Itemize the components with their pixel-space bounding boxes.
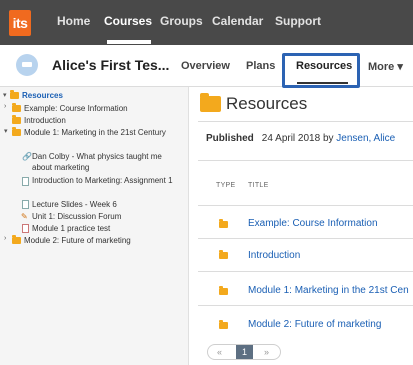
sidebar-item-module-1[interactable]: Module 1: Marketing in the 21st Century (24, 127, 179, 138)
nav-calendar[interactable]: Calendar (212, 14, 263, 28)
assignment-icon (22, 177, 29, 186)
nav-home[interactable]: Home (57, 14, 90, 28)
pager-next-button[interactable]: » (264, 347, 269, 357)
sidebar-root-resources[interactable]: Resources (22, 90, 63, 101)
table-row-title[interactable]: Example: Course Information (248, 218, 378, 229)
table-row-title[interactable]: Module 2: Future of marketing (248, 319, 381, 330)
folder-icon (219, 320, 228, 329)
sidebar-item-course-information[interactable]: Example: Course Information (24, 103, 128, 114)
folder-icon (219, 250, 228, 259)
tab-plans[interactable]: Plans (246, 60, 275, 72)
divider (198, 271, 413, 272)
divider (198, 160, 413, 161)
pagination: « 1 » (207, 344, 281, 360)
top-navigation-bar: its Home Courses Groups Calendar Support (0, 0, 413, 45)
divider (198, 238, 413, 239)
sidebar-item-lecture-slides[interactable]: Lecture Slides - Week 6 (32, 199, 117, 210)
folder-icon (10, 90, 19, 99)
sidebar-item-practice-test[interactable]: Module 1 practice test (32, 223, 110, 234)
quiz-icon (22, 224, 29, 233)
published-date: 24 April 2018 by (261, 133, 334, 144)
course-title[interactable]: Alice's First Tes... (52, 57, 169, 73)
resources-tab-highlight (282, 53, 360, 88)
author-link[interactable]: Jensen, Alice (336, 133, 395, 144)
nav-active-indicator (107, 40, 151, 44)
tab-overview[interactable]: Overview (181, 60, 230, 72)
folder-icon (12, 235, 21, 244)
chevron-right-icon[interactable]: › (4, 235, 6, 242)
divider (198, 205, 413, 206)
sidebar-item-introduction[interactable]: Introduction (24, 115, 66, 126)
divider (198, 121, 413, 122)
chevron-right-icon[interactable]: › (4, 103, 6, 110)
folder-icon (12, 103, 21, 112)
tab-more[interactable]: More ▾ (368, 60, 403, 73)
folder-icon (219, 219, 228, 228)
column-header-title[interactable]: TITLE (248, 182, 269, 189)
sidebar-item-discussion-forum[interactable]: Unit 1: Discussion Forum (32, 211, 121, 222)
sidebar-item-dan-colby[interactable]: Dan Colby - What physics taught me about… (32, 151, 182, 173)
resources-sidebar: ▾ Resources › Example: Course Informatio… (0, 87, 189, 365)
folder-icon (200, 93, 221, 112)
link-icon: 🔗 (22, 152, 32, 161)
document-icon (22, 200, 29, 209)
pager-current-page[interactable]: 1 (236, 345, 253, 359)
sidebar-item-module-2[interactable]: Module 2: Future of marketing (24, 235, 131, 246)
folder-icon (12, 115, 21, 124)
its-logo[interactable]: its (9, 10, 31, 36)
published-info: Published 24 April 2018 by Jensen, Alice (206, 133, 395, 144)
page-title: Resources (226, 94, 308, 113)
sidebar-item-assignment-1[interactable]: Introduction to Marketing: Assignment 1 (32, 175, 182, 186)
folder-icon (219, 286, 228, 295)
folder-icon (12, 127, 21, 136)
nav-courses[interactable]: Courses (104, 14, 152, 28)
chevron-down-icon[interactable]: ▾ (3, 91, 7, 99)
forum-icon: ✎ (21, 212, 28, 221)
course-avatar (16, 54, 38, 76)
divider (198, 305, 413, 306)
column-header-type[interactable]: TYPE (216, 182, 235, 189)
nav-support[interactable]: Support (275, 14, 321, 28)
chevron-down-icon[interactable]: ▾ (4, 127, 8, 135)
pager-prev-button[interactable]: « (217, 347, 222, 357)
published-label: Published (206, 133, 254, 144)
table-row-title[interactable]: Module 1: Marketing in the 21st Cen (248, 285, 409, 296)
nav-groups[interactable]: Groups (160, 14, 203, 28)
table-row-title[interactable]: Introduction (248, 250, 300, 261)
